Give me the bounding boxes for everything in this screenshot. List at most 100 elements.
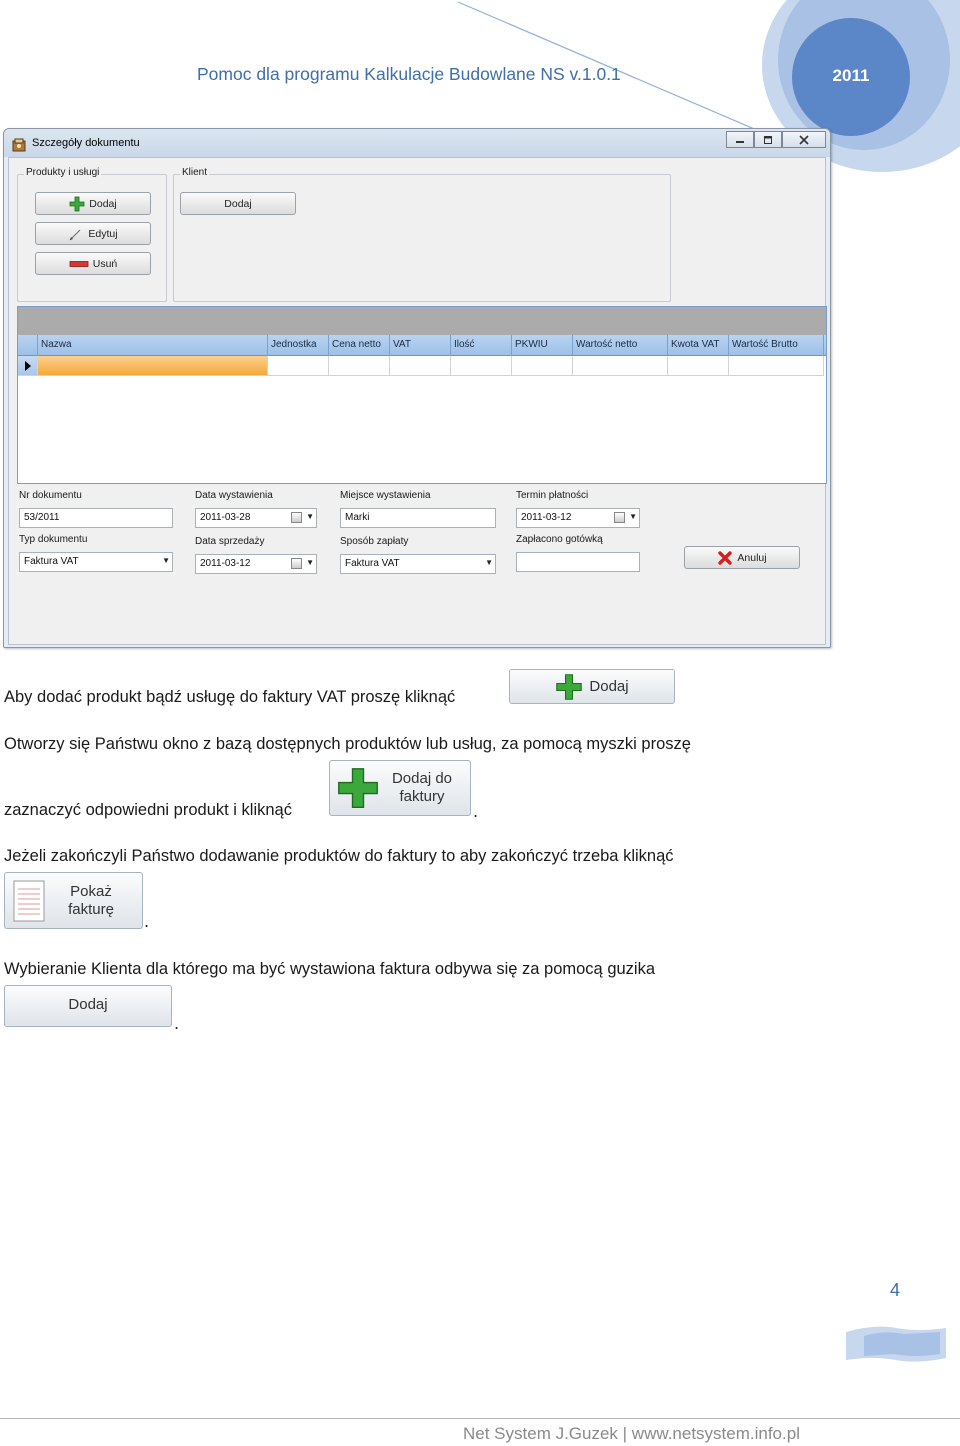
chevron-down-icon[interactable]: ▼ [485,558,493,567]
page-number: 4 [890,1280,901,1300]
table-cell[interactable] [268,356,329,376]
doc-number-value: 53/2011 [24,512,60,523]
window-titlebar: Szczegóły dokumentu [4,129,830,157]
maximize-icon[interactable] [754,131,782,148]
payment-method-label: Sposób zapłaty [340,536,409,547]
column-header[interactable]: Wartość Brutto [729,335,824,356]
remove-product-label: Usuń [92,257,118,270]
issue-place-label: Miejsce wystawienia [340,490,431,501]
add-to-invoice-label: Dodaj do faktury [391,770,453,805]
chevron-down-icon[interactable]: ▼ [162,556,170,565]
products-grid[interactable]: Nazwa Jednostka Cena netto VAT Ilość PKW… [17,306,827,484]
client-group-label: Klient [180,167,210,178]
cash-paid-label: Zapłacono gotówką [516,534,603,545]
plus-icon [336,766,380,810]
column-header[interactable]: Wartość netto [573,335,668,356]
doc-type-value: Faktura VAT [24,556,79,567]
grid-empty-area [18,376,826,483]
window-title: Szczegóły dokumentu [32,137,140,149]
minimize-icon[interactable] [726,131,754,148]
show-invoice-button-image: Pokaż fakturę [4,872,143,929]
plus-icon [69,196,85,212]
doc-number-label: Nr dokumentu [19,490,82,501]
footer-decor-shape [846,1326,946,1362]
issue-date-label: Data wystawienia [195,490,273,501]
column-header[interactable]: PKWIU [512,335,573,356]
table-cell[interactable] [573,356,668,376]
payment-due-label: Termin płatności [516,490,589,501]
column-header[interactable]: Cena netto [329,335,390,356]
payment-due-value: 2011-03-12 [521,512,572,523]
add-product-label: Dodaj [89,197,117,210]
edit-product-label: Edytuj [88,227,118,240]
grid-row-header-cell [18,335,38,356]
table-cell[interactable] [329,356,390,376]
row-pointer-icon [18,356,38,376]
doc-type-label: Typ dokumentu [19,534,88,545]
payment-method-value: Faktura VAT [345,558,400,569]
table-row[interactable] [18,356,826,376]
column-header[interactable]: Kwota VAT [668,335,729,356]
grid-header: Nazwa Jednostka Cena netto VAT Ilość PKW… [18,335,826,356]
issue-date-picker[interactable]: 2011-03-28 ▼ [195,508,317,528]
column-header[interactable]: Nazwa [38,335,268,356]
cancel-label: Anuluj [737,551,767,564]
doc-type-select[interactable]: Faktura VAT ▼ [19,552,173,572]
pencil-icon [68,226,84,242]
payment-due-picker[interactable]: 2011-03-12 ▼ [516,508,640,528]
header-title: Pomoc dla programu Kalkulacje Budowlane … [197,64,621,84]
paragraph-select-client: Wybieranie Klienta dla którego ma być wy… [4,960,656,978]
period: . [144,912,150,931]
add-client-image-label: Dodaj [68,996,108,1013]
sale-date-value: 2011-03-12 [200,558,251,569]
header-year: 2011 [832,66,870,85]
doc-number-field[interactable]: 53/2011 [19,508,173,528]
cash-paid-field[interactable] [516,552,640,572]
chevron-down-icon[interactable]: ▼ [629,512,637,521]
issue-date-value: 2011-03-28 [200,512,251,523]
footer-divider [0,1418,960,1419]
products-group-label: Produkty i usługi [24,167,102,178]
document-icon [13,880,45,922]
payment-method-select[interactable]: Faktura VAT ▼ [340,554,496,574]
add-button-image-label: Dodaj [589,678,629,695]
sale-date-label: Data sprzedaży [195,536,265,547]
calendar-icon[interactable] [291,512,302,523]
cancel-button[interactable]: Anuluj [684,546,800,569]
close-red-icon [717,550,733,566]
add-client-button[interactable]: Dodaj [180,192,296,215]
add-client-label: Dodaj [224,197,252,210]
table-cell[interactable] [38,356,268,376]
calendar-icon[interactable] [614,512,625,523]
chevron-down-icon[interactable]: ▼ [306,512,314,521]
table-cell[interactable] [729,356,824,376]
sale-date-picker[interactable]: 2011-03-12 ▼ [195,554,317,574]
period: . [174,1014,180,1033]
column-header[interactable]: Jednostka [268,335,329,356]
table-cell[interactable] [512,356,573,376]
remove-product-button[interactable]: Usuń [35,252,151,275]
close-icon[interactable] [782,131,826,148]
issue-place-value: Marki [345,512,370,523]
table-cell[interactable] [668,356,729,376]
add-product-button[interactable]: Dodaj [35,192,151,215]
period: . [473,802,479,821]
paragraph-window-opens: Otworzy się Państwu okno z bazą dostępny… [4,735,691,753]
column-header[interactable]: Ilość [451,335,512,356]
table-cell[interactable] [451,356,512,376]
chevron-down-icon[interactable]: ▼ [306,558,314,567]
calendar-icon[interactable] [291,558,302,569]
show-invoice-label: Pokaż fakturę [68,882,114,918]
paragraph-add-product: Aby dodać produkt bądź usługę do faktury… [4,688,456,706]
window-controls [726,131,826,148]
table-cell[interactable] [390,356,451,376]
column-header[interactable]: VAT [390,335,451,356]
edit-product-button[interactable]: Edytuj [35,222,151,245]
add-client-button-image: Dodaj [4,985,172,1027]
add-button-image: Dodaj [509,669,675,704]
paragraph-select-product: zaznaczyć odpowiedni produkt i kliknąć [4,801,292,819]
issue-place-field[interactable]: Marki [340,508,496,528]
paragraph-finish-adding: Jeżeli zakończyli Państwo dodawanie prod… [4,847,674,865]
minus-icon [69,259,89,269]
footer-text: Net System J.Guzek | www.netsystem.info.… [463,1424,800,1443]
